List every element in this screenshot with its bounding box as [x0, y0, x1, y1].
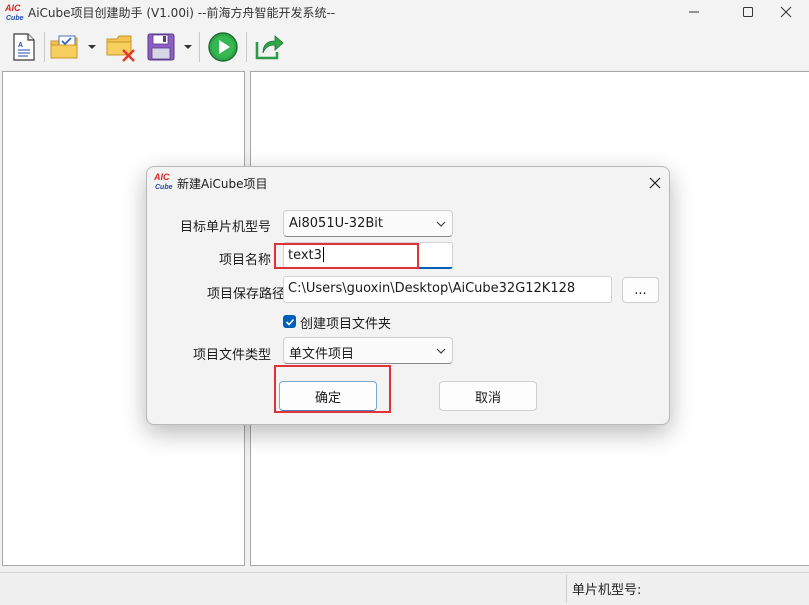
close-project-button[interactable] [103, 30, 139, 64]
toolbar-separator [44, 32, 45, 62]
aicube-logo-icon: AIC Cube [4, 3, 24, 22]
dialog-title: 新建AiCube项目 [177, 177, 268, 191]
export-button[interactable] [251, 30, 287, 64]
status-bar: 单片机型号: [0, 572, 809, 605]
chevron-down-icon[interactable] [87, 42, 97, 52]
highlight-ok-button [274, 365, 391, 413]
toolbar-separator [199, 32, 200, 62]
export-arrow-icon [255, 35, 284, 60]
project-path-value: C:\Users\guoxin\Desktop\AiCube32G12K128 [288, 281, 576, 296]
maximize-icon [743, 7, 753, 17]
svg-text:AIC: AIC [153, 172, 170, 182]
svg-text:Cube: Cube [6, 15, 24, 22]
svg-text:Cube: Cube [155, 184, 173, 191]
title-bar: AIC Cube AiCube项目创建助手 (V1.00i) --前海方舟智能开… [0, 0, 809, 24]
svg-text:AIC: AIC [4, 3, 21, 13]
new-document-button[interactable]: A [6, 30, 42, 64]
file-type-label: 项目文件类型 [192, 348, 271, 363]
cancel-button[interactable]: 取消 [439, 381, 537, 411]
toolbar: A [0, 24, 809, 70]
file-type-value: 单文件项目 [289, 347, 355, 362]
project-path-input[interactable]: C:\Users\guoxin\Desktop\AiCube32G12K128 [283, 276, 612, 303]
run-button[interactable] [205, 30, 241, 64]
mcu-model-select[interactable]: Ai8051U-32Bit [283, 210, 453, 237]
project-path-label: 项目保存路径 [206, 287, 285, 302]
save-button[interactable] [143, 30, 179, 64]
chevron-down-icon [436, 348, 446, 354]
mcu-model-value: Ai8051U-32Bit [289, 216, 383, 231]
toolbar-separator [246, 32, 247, 62]
checkmark-icon [285, 318, 294, 326]
project-name-label: 项目名称 [218, 253, 271, 268]
play-icon [208, 32, 238, 62]
highlight-project-name [274, 243, 419, 269]
minimize-button[interactable] [671, 0, 717, 24]
dialog-close-button[interactable] [644, 172, 666, 194]
browse-label: ... [634, 282, 647, 298]
chevron-down-icon [436, 221, 446, 227]
folder-delete-icon [106, 35, 135, 62]
aicube-logo-icon: AIC Cube [153, 172, 173, 191]
close-window-button[interactable] [763, 0, 809, 24]
window-title: AiCube项目创建助手 (V1.00i) --前海方舟智能开发系统-- [28, 6, 336, 20]
open-folder-button[interactable] [47, 30, 83, 64]
chevron-down-icon[interactable] [183, 42, 193, 52]
minimize-icon [689, 11, 699, 13]
create-folder-label[interactable]: 创建项目文件夹 [300, 313, 391, 332]
cancel-label: 取消 [474, 390, 501, 406]
close-icon [780, 6, 792, 18]
floppy-disk-icon [147, 33, 175, 61]
status-mcu-model: 单片机型号: [572, 583, 642, 598]
mcu-model-label: 目标单片机型号 [179, 220, 271, 235]
create-folder-checkbox[interactable] [283, 315, 296, 328]
close-icon [649, 177, 661, 189]
folder-check-icon [50, 35, 78, 59]
browse-button[interactable]: ... [622, 277, 659, 303]
svg-text:A: A [18, 42, 23, 49]
status-separator [566, 575, 567, 603]
new-project-dialog: AIC Cube 新建AiCube项目 目标单片机型号 Ai8051U-32Bi… [146, 166, 670, 425]
document-icon: A [13, 33, 35, 61]
file-type-select[interactable]: 单文件项目 [283, 337, 453, 364]
